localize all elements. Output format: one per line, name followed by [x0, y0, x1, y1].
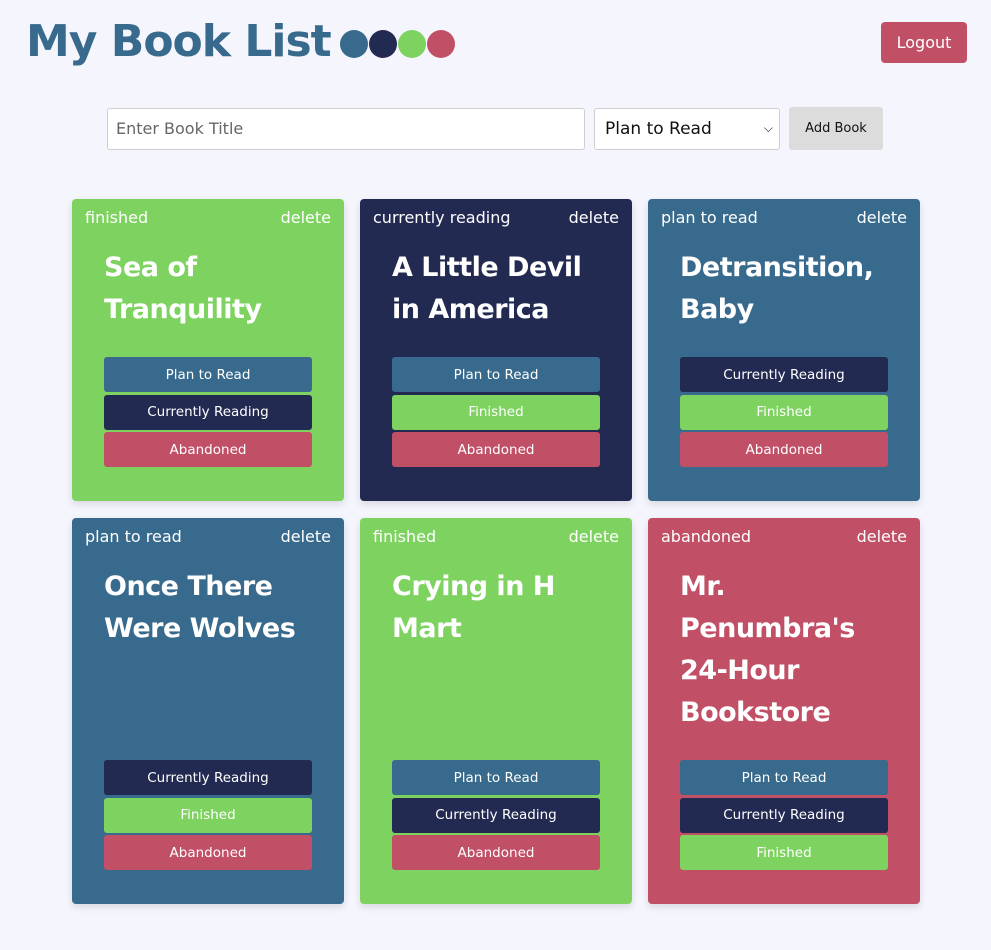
status-action-button[interactable]: Finished: [680, 835, 888, 870]
status-action-button[interactable]: Abandoned: [392, 835, 600, 870]
book-title: Crying in H Mart: [392, 571, 555, 644]
palette-dot: [368, 30, 397, 58]
delete-button[interactable]: delete: [857, 527, 907, 547]
book-title: Sea of Tranquility: [104, 252, 262, 325]
delete-button[interactable]: delete: [281, 208, 331, 228]
status-action-button[interactable]: Abandoned: [680, 432, 888, 467]
book-card: plan to read delete Detransition, Baby C…: [648, 199, 920, 501]
card-actions: Plan to Read Currently Reading Abandoned: [104, 357, 312, 470]
card-status-label: plan to read: [661, 208, 758, 227]
status-action-button[interactable]: Abandoned: [104, 835, 312, 870]
palette-dots: [339, 30, 455, 58]
status-action-button[interactable]: Currently Reading: [680, 357, 888, 392]
book-title-input[interactable]: [107, 107, 585, 150]
card-actions: Plan to Read Currently Reading Abandoned: [392, 760, 600, 873]
book-card: abandoned delete Mr. Penumbra's 24-Hour …: [648, 518, 920, 904]
book-title: Detransition, Baby: [680, 252, 874, 325]
status-action-button[interactable]: Finished: [680, 394, 888, 430]
book-title: A Little Devil in America: [392, 252, 582, 325]
status-action-button[interactable]: Plan to Read: [680, 760, 888, 795]
status-action-button[interactable]: Currently Reading: [680, 797, 888, 833]
status-action-button[interactable]: Currently Reading: [104, 394, 312, 430]
status-action-button[interactable]: Abandoned: [392, 432, 600, 467]
status-action-button[interactable]: Plan to Read: [104, 357, 312, 392]
delete-button[interactable]: delete: [281, 527, 331, 547]
add-book-form: Plan to Read ⌵ Add Book: [107, 107, 883, 150]
card-status-label: plan to read: [85, 527, 182, 546]
book-title: Once There Were Wolves: [104, 571, 296, 644]
delete-button[interactable]: delete: [857, 208, 907, 228]
status-action-button[interactable]: Finished: [104, 797, 312, 833]
status-select[interactable]: Plan to Read ⌵: [594, 107, 780, 150]
book-card: finished delete Crying in H Mart Plan to…: [360, 518, 632, 904]
card-actions: Currently Reading Finished Abandoned: [680, 357, 888, 470]
book-title: Mr. Penumbra's 24-Hour Bookstore: [680, 571, 855, 728]
app-title: My Book List: [26, 16, 332, 67]
palette-dot: [426, 30, 455, 58]
status-action-button[interactable]: Finished: [392, 394, 600, 430]
delete-button[interactable]: delete: [569, 208, 619, 228]
card-actions: Plan to Read Currently Reading Finished: [680, 760, 888, 873]
status-action-button[interactable]: Currently Reading: [392, 797, 600, 833]
card-actions: Currently Reading Finished Abandoned: [104, 760, 312, 873]
card-actions: Plan to Read Finished Abandoned: [392, 357, 600, 470]
delete-button[interactable]: delete: [569, 527, 619, 547]
status-action-button[interactable]: Abandoned: [104, 432, 312, 467]
status-select-value: Plan to Read: [605, 118, 712, 139]
add-book-button[interactable]: Add Book: [789, 107, 883, 150]
palette-dot: [397, 30, 426, 58]
card-status-label: finished: [85, 208, 149, 227]
book-card: currently reading delete A Little Devil …: [360, 199, 632, 501]
status-action-button[interactable]: Currently Reading: [104, 760, 312, 795]
status-action-button[interactable]: Plan to Read: [392, 357, 600, 392]
logout-button[interactable]: Logout: [881, 22, 967, 63]
status-action-button[interactable]: Plan to Read: [392, 760, 600, 795]
card-status-label: currently reading: [373, 208, 511, 227]
card-status-label: finished: [373, 527, 437, 546]
card-status-label: abandoned: [661, 527, 751, 546]
palette-dot: [339, 30, 368, 58]
book-card: plan to read delete Once There Were Wolv…: [72, 518, 344, 904]
book-card: finished delete Sea of Tranquility Plan …: [72, 199, 344, 501]
header: My Book List: [26, 16, 455, 68]
chevron-down-icon: ⌵: [763, 121, 773, 135]
